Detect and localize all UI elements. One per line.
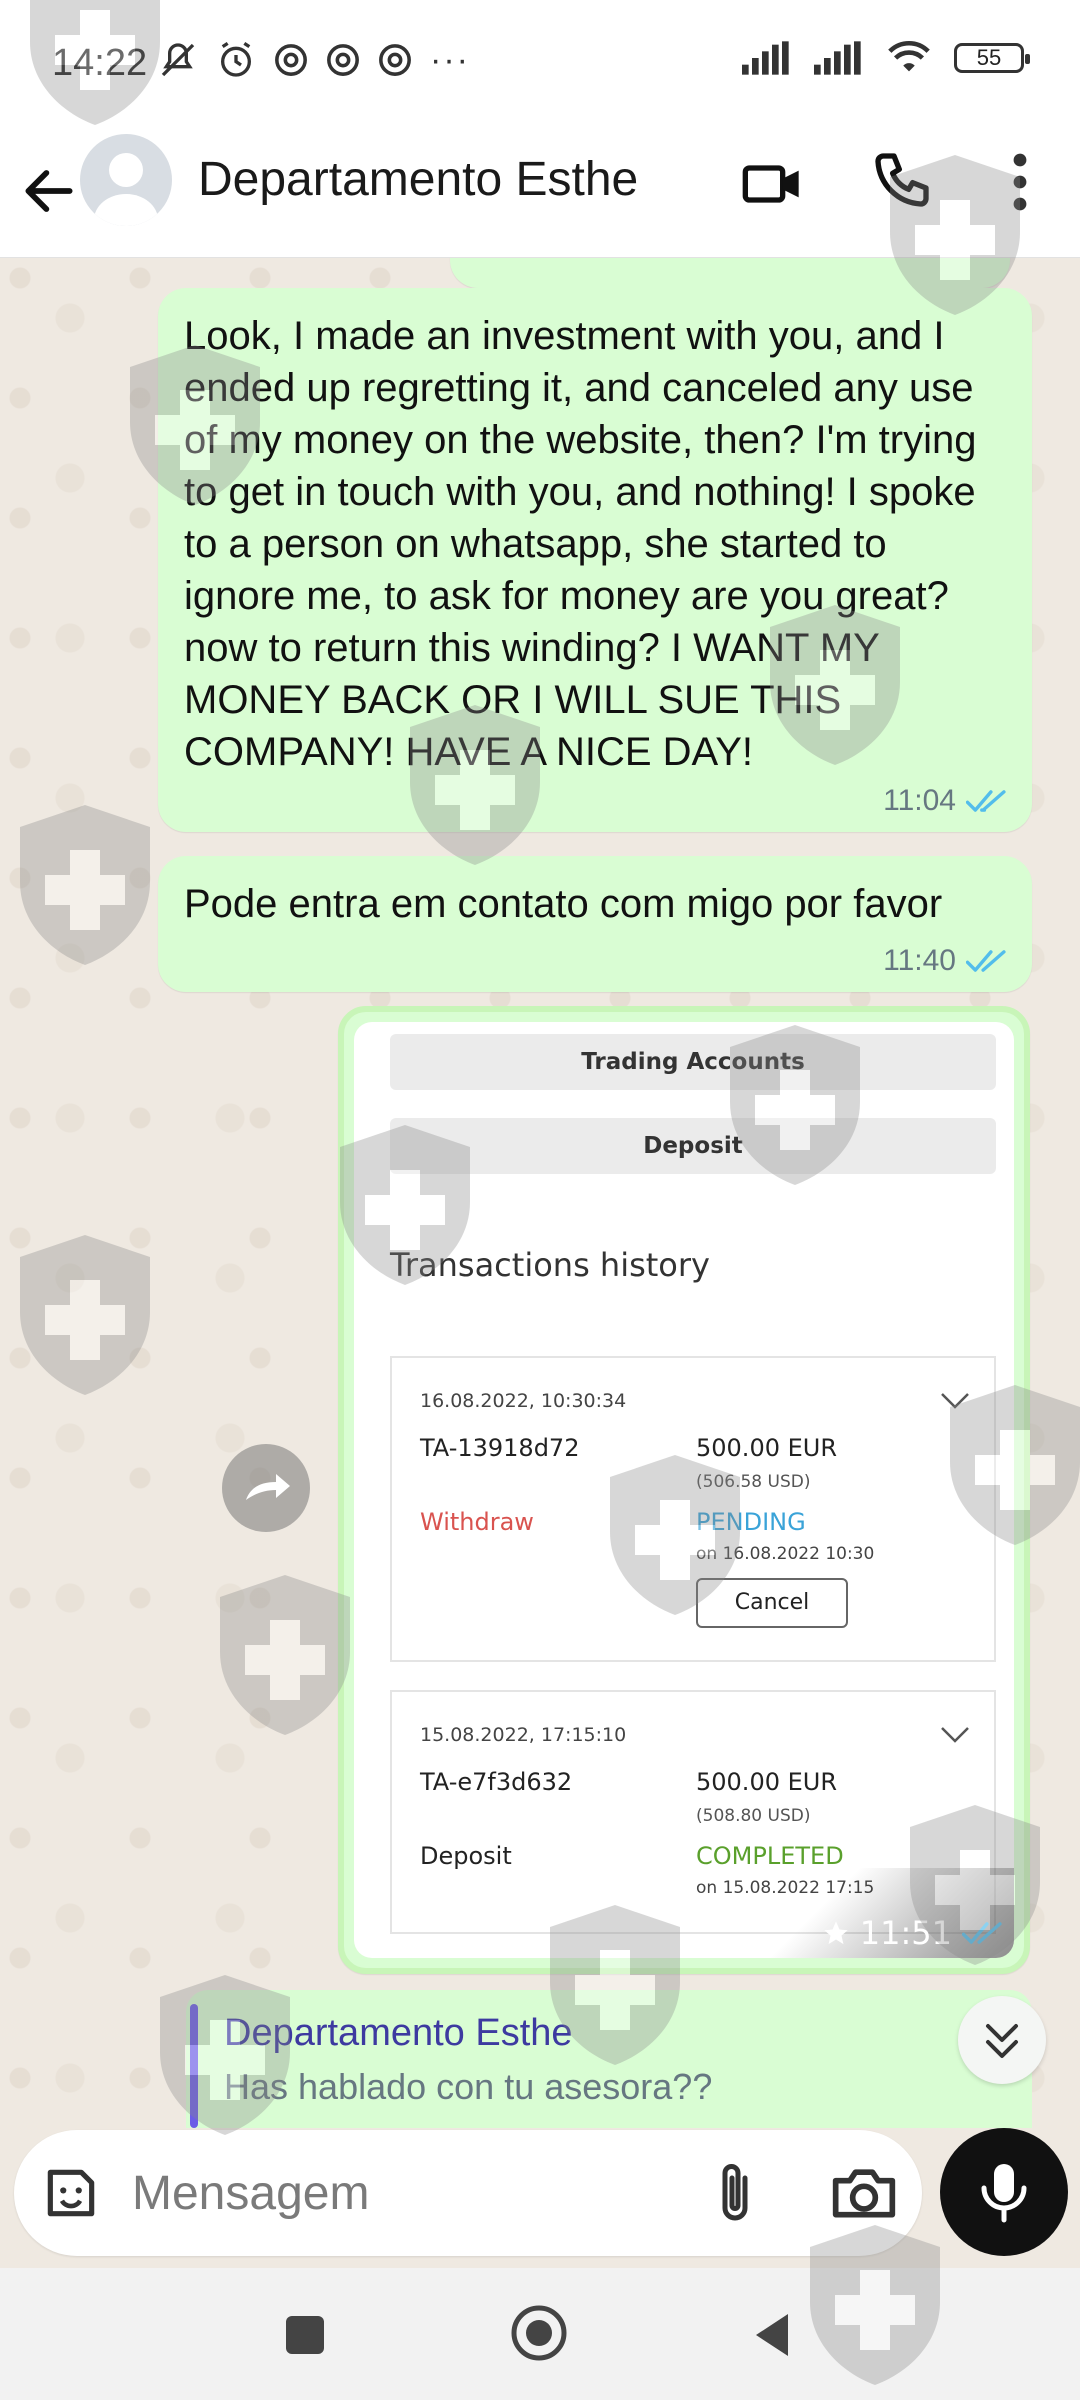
transaction-id: TA-e7f3d632: [420, 1768, 573, 1796]
recents-button[interactable]: [286, 2316, 324, 2354]
mute-icon: [161, 43, 195, 77]
avatar[interactable]: [80, 134, 172, 226]
transaction-date: 15.08.2022, 17:15:10: [420, 1724, 627, 1746]
transaction-usd: (508.80 USD): [696, 1806, 811, 1826]
transaction-date: 16.08.2022, 10:30:34: [420, 1390, 627, 1412]
message-time: 11:40: [883, 944, 956, 977]
back-arrow-icon[interactable]: [18, 160, 80, 222]
home-button[interactable]: [510, 2304, 568, 2362]
battery-icon: 55: [954, 43, 1030, 73]
transaction-id: TA-13918d72: [420, 1434, 580, 1462]
system-icons: 55: [742, 40, 1030, 76]
transaction-usd: (506.58 USD): [696, 1472, 811, 1492]
video-call-icon[interactable]: [740, 152, 804, 216]
transaction-status: PENDING: [696, 1508, 806, 1536]
transaction-card: 16.08.2022, 10:30:34 TA-13918d72 500.00 …: [390, 1356, 996, 1662]
deposit-label: Deposit: [390, 1118, 996, 1174]
chrome-icon: [275, 44, 307, 76]
alarm-icon: [221, 41, 251, 77]
transaction-type: Withdraw: [420, 1508, 534, 1536]
message-time: 11:04: [883, 784, 956, 817]
reply-preview[interactable]: Departamento Esthe Has hablado con tu as…: [186, 1990, 1032, 2128]
transaction-amount: 500.00 EUR: [696, 1434, 838, 1462]
status-bar: 14:22 ··· 55: [0, 0, 1080, 130]
contact-name[interactable]: Departamento Esthe: [198, 152, 638, 207]
forward-button[interactable]: [222, 1444, 310, 1532]
read-ticks-icon: [966, 790, 1006, 812]
message-bubble[interactable]: Pode entra em contato com migo por favor…: [158, 856, 1032, 992]
trading-accounts-label: Trading Accounts: [390, 1034, 996, 1090]
message-text: Pode entra em contato com migo por favor: [184, 882, 943, 926]
message-text: Look, I made an investment with you, and…: [184, 314, 977, 774]
voice-record-button[interactable]: [940, 2128, 1068, 2256]
chevron-down-icon: [941, 1393, 969, 1409]
cancel-label: Cancel: [696, 1578, 848, 1628]
message-meta: 11:04: [883, 784, 1008, 818]
star-icon: [824, 1921, 848, 1945]
notification-icons: ···: [158, 40, 470, 80]
reply-accent-bar: [190, 2004, 198, 2128]
scroll-to-bottom-button[interactable]: [958, 1996, 1046, 2084]
double-chevron-down-icon: [986, 2024, 1018, 2058]
attach-icon[interactable]: [710, 2158, 760, 2228]
reply-text: Has hablado con tu asesora??: [224, 2066, 713, 2107]
previous-message-bubble[interactable]: [450, 258, 1010, 288]
more-notifications-indicator: ···: [430, 40, 470, 79]
message-meta: 11:40: [883, 944, 1008, 978]
camera-icon[interactable]: [830, 2160, 898, 2224]
screenshot-image[interactable]: Trading Accounts Deposit Transactions hi…: [354, 1022, 1014, 1958]
message-composer: [14, 2130, 922, 2256]
transaction-status: COMPLETED: [696, 1842, 844, 1870]
image-message[interactable]: Trading Accounts Deposit Transactions hi…: [338, 1006, 1030, 1974]
signal-icon: [814, 41, 861, 75]
nav-back-button[interactable]: [752, 2312, 792, 2358]
transaction-amount: 500.00 EUR: [696, 1768, 838, 1796]
transactions-history-title: Transactions history: [390, 1246, 710, 1284]
transaction-status-date: on 16.08.2022 10:30: [696, 1544, 875, 1564]
transaction-type: Deposit: [420, 1842, 512, 1870]
status-time: 14:22: [52, 42, 148, 84]
signal-icon: [742, 41, 789, 75]
message-bubble[interactable]: Look, I made an investment with you, and…: [158, 288, 1032, 832]
wifi-icon: [888, 40, 930, 72]
forward-icon: [246, 1474, 290, 1500]
read-ticks-icon: [966, 950, 1006, 972]
chrome-icon: [379, 44, 411, 76]
voice-call-icon[interactable]: [870, 148, 934, 212]
chat-header: Departamento Esthe: [0, 130, 1080, 258]
chat-area[interactable]: Look, I made an investment with you, and…: [0, 258, 1080, 2128]
more-vert-icon[interactable]: [1002, 150, 1038, 214]
default-avatar-icon: [94, 153, 158, 226]
system-navigation-bar: [0, 2268, 1080, 2400]
message-input[interactable]: [132, 2156, 692, 2230]
mic-icon: [981, 2164, 1027, 2223]
chrome-icon: [327, 44, 359, 76]
reply-sender-name: Departamento Esthe: [224, 2012, 573, 2054]
chevron-down-icon: [941, 1727, 969, 1743]
read-ticks-icon: [962, 1922, 1002, 1944]
message-time: 11:51: [859, 1914, 952, 1952]
sticker-icon[interactable]: [40, 2162, 102, 2224]
message-meta: 11:51: [822, 1914, 1004, 1952]
